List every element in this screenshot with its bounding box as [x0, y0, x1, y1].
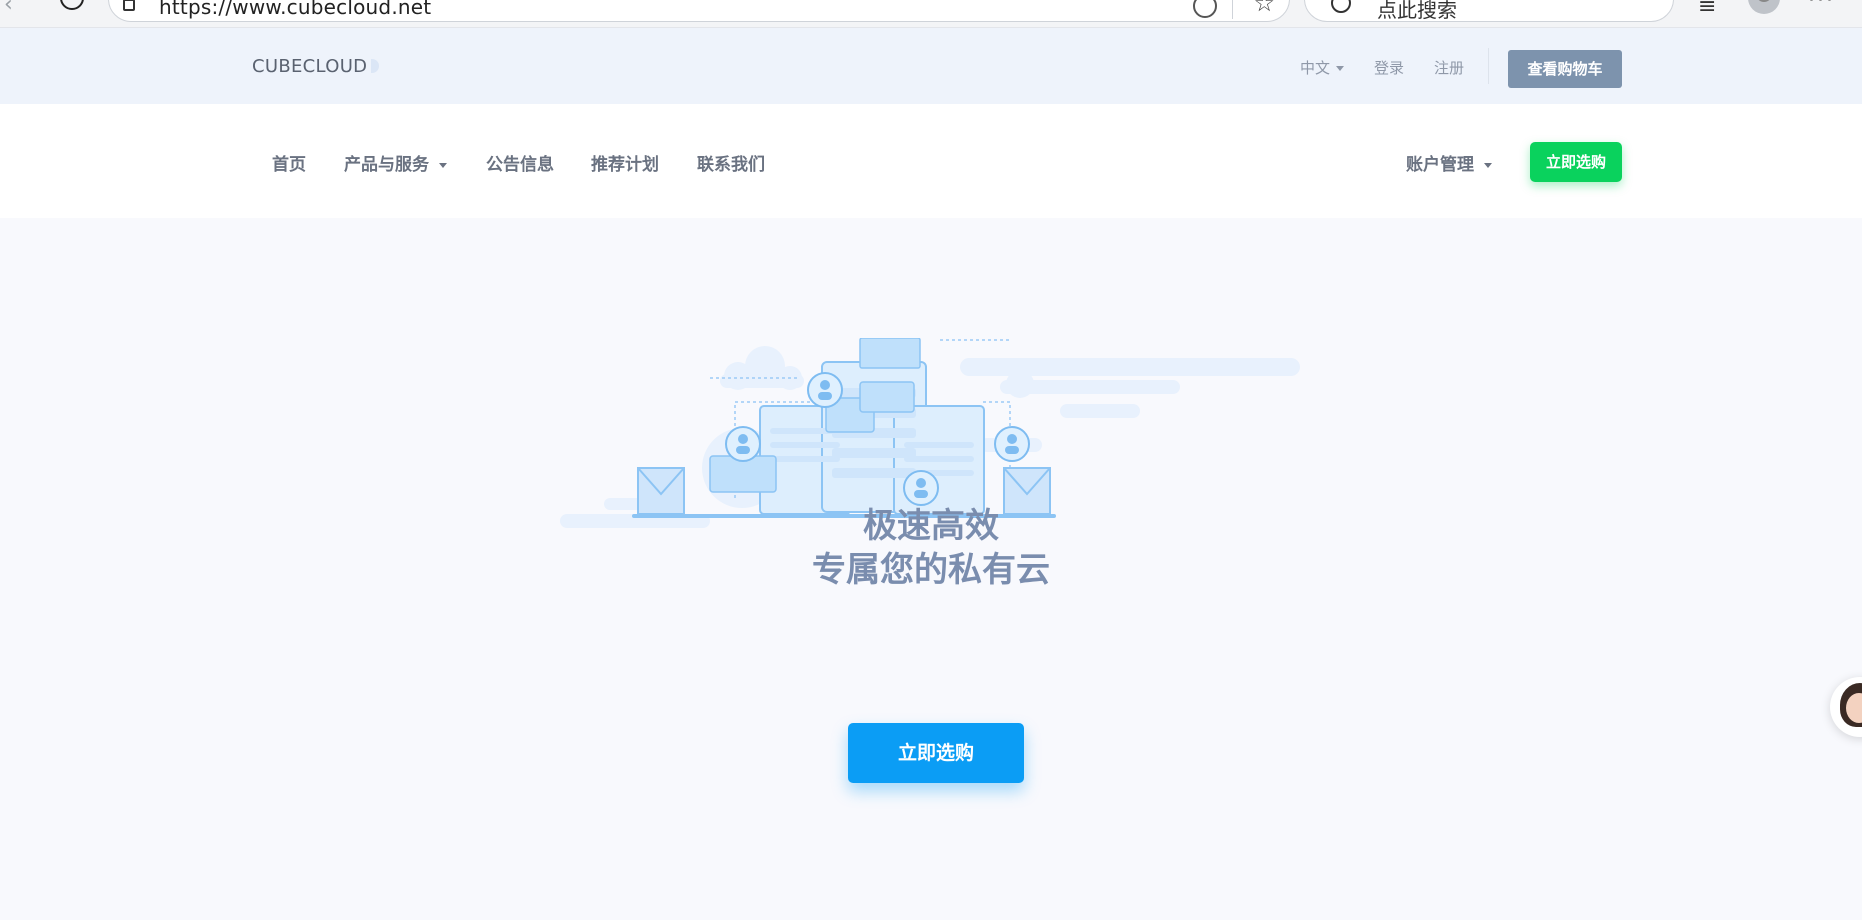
- chevron-down-icon: [1336, 66, 1345, 71]
- hero-buy-now-button[interactable]: 立即选购: [848, 723, 1024, 783]
- collections-icon[interactable]: ≡: [1698, 0, 1716, 19]
- hero-section: 极速高效 专属您的私有云 立即选购: [0, 218, 1862, 920]
- back-arrow-icon[interactable]: ‹: [4, 0, 13, 17]
- lock-icon[interactable]: [123, 0, 135, 11]
- account-label: 账户管理: [1406, 155, 1474, 175]
- url-text[interactable]: https://www.cubecloud.net: [159, 0, 431, 19]
- top-strip: CUBECLOUD 中文 登录 注册 查看购物车: [0, 28, 1862, 104]
- buy-now-nav-button[interactable]: 立即选购: [1530, 142, 1622, 182]
- star-icon[interactable]: ☆: [1253, 0, 1275, 17]
- account-dropdown[interactable]: 账户管理: [1406, 150, 1492, 175]
- nav-item-home[interactable]: 首页: [272, 150, 306, 175]
- nav-item-referral[interactable]: 推荐计划: [591, 150, 659, 175]
- more-icon[interactable]: ···: [1808, 0, 1835, 13]
- search-icon: [1331, 0, 1351, 13]
- nav-item-label: 产品与服务: [344, 155, 429, 175]
- address-bar[interactable]: https://www.cubecloud.net ☆: [108, 0, 1290, 22]
- language-label: 中文: [1300, 59, 1331, 77]
- main-navigation: 首页 产品与服务 公告信息 推荐计划 联系我们 账户管理 立即选购: [0, 104, 1862, 218]
- hero-title-line2: 专属您的私有云: [812, 550, 1050, 590]
- logo-mark: [371, 59, 380, 73]
- nav-item-products[interactable]: 产品与服务: [344, 150, 447, 175]
- browser-toolbar: ‹ https://www.cubecloud.net ☆ 点此搜索 ≡ ···: [0, 0, 1862, 28]
- nav-item-announcements[interactable]: 公告信息: [486, 150, 554, 175]
- profile-icon[interactable]: [1748, 0, 1780, 14]
- login-link[interactable]: 登录: [1374, 57, 1404, 78]
- reader-icon[interactable]: [1193, 0, 1217, 18]
- register-link[interactable]: 注册: [1434, 57, 1464, 78]
- logo-text: CUBECLOUD: [252, 56, 368, 77]
- hero-title-line1: 极速高效: [863, 506, 999, 546]
- chevron-down-icon: [439, 163, 447, 168]
- browser-search-placeholder[interactable]: 点此搜索: [1377, 0, 1457, 23]
- site-logo[interactable]: CUBECLOUD: [252, 56, 380, 77]
- chevron-down-icon: [1484, 163, 1492, 168]
- top-divider: [1488, 48, 1489, 84]
- address-divider: [1232, 0, 1233, 19]
- browser-search-box[interactable]: 点此搜索: [1304, 0, 1674, 22]
- view-cart-button[interactable]: 查看购物车: [1508, 50, 1622, 88]
- reload-icon[interactable]: [60, 0, 84, 10]
- language-dropdown[interactable]: 中文: [1300, 57, 1345, 78]
- nav-item-contact[interactable]: 联系我们: [697, 150, 765, 175]
